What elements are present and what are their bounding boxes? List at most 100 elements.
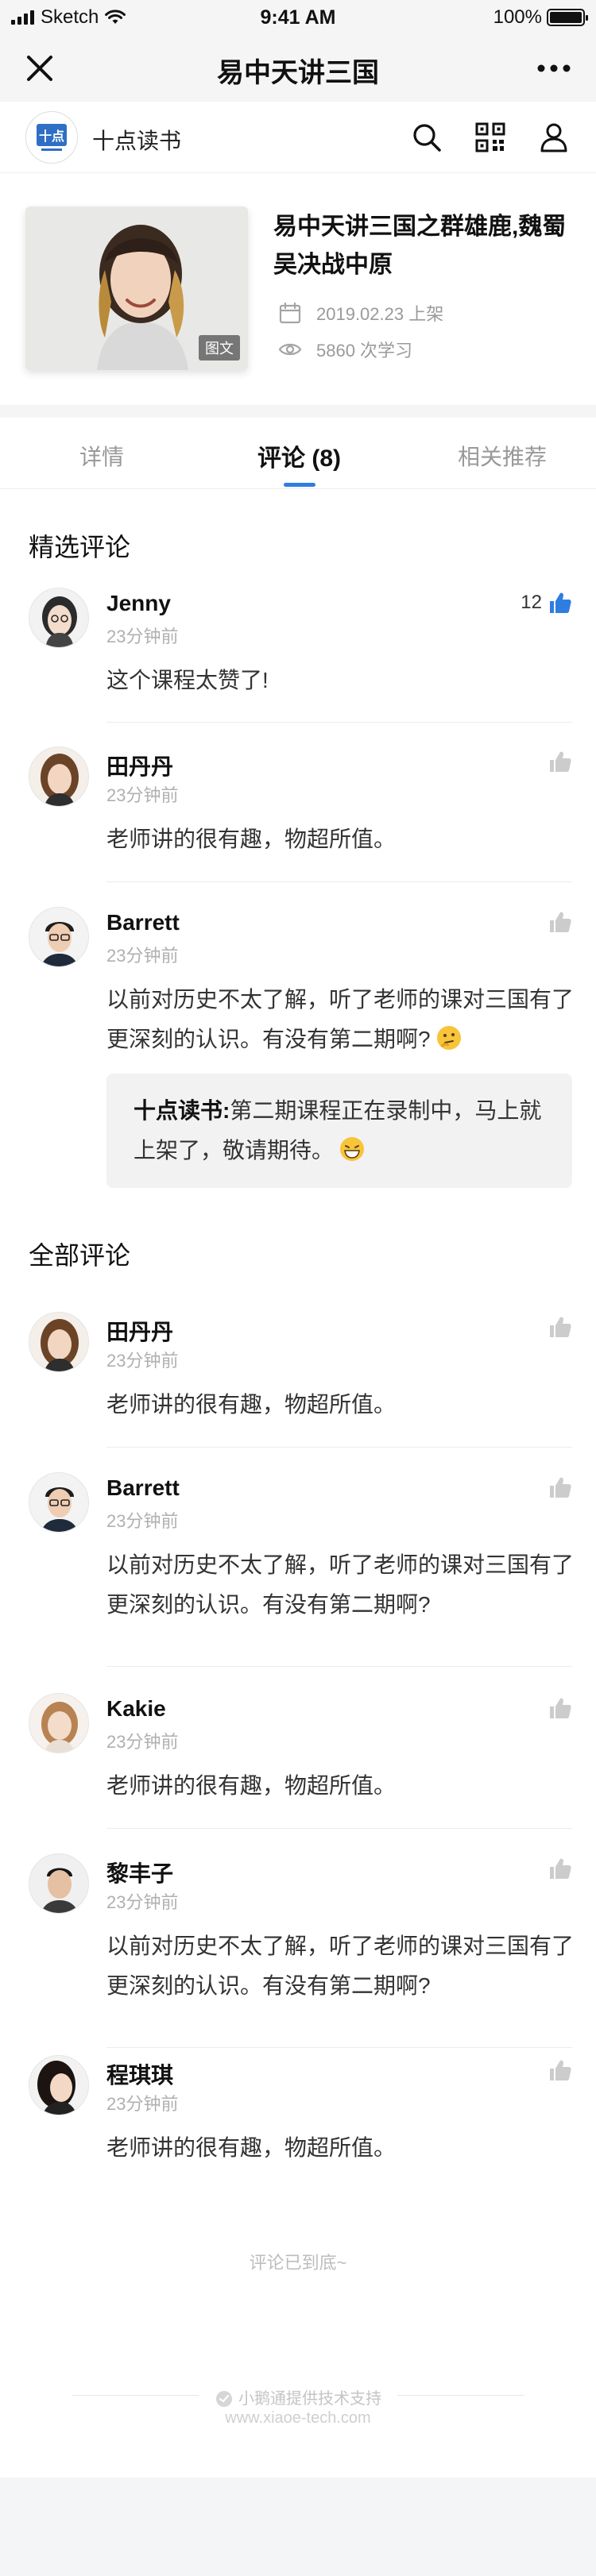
- like-button[interactable]: [548, 1475, 572, 1499]
- like-button[interactable]: 12: [521, 591, 572, 615]
- comment-time: 23分钟前: [106, 1892, 179, 1912]
- comment-time: 23分钟前: [106, 1511, 179, 1531]
- user-icon: [540, 123, 567, 152]
- like-button[interactable]: [548, 2058, 572, 2082]
- footer-provider-text: 小鹅通提供技术支持: [238, 2390, 381, 2408]
- page: Sketch 9:41 AM 100% 易中天讲三国 十点 十点读书 图文 易中…: [0, 0, 596, 2478]
- thumbs-up-icon: [550, 1477, 571, 1498]
- avatar[interactable]: [29, 1853, 89, 1914]
- like-count: 12: [521, 592, 542, 613]
- qrcode-button[interactable]: [470, 118, 510, 157]
- reply-author: 十点读书:: [134, 1098, 230, 1123]
- tab-comments[interactable]: 评论 (8): [257, 438, 341, 473]
- search-button[interactable]: [407, 118, 447, 157]
- comment-text-content: 以前对历史不太了解，听了老师的课对三国有了更深刻的认识。有没有第二期啊?: [106, 987, 575, 1051]
- comment-time: 23分钟前: [106, 2094, 179, 2114]
- course-date: 2019.02.23 上架: [278, 300, 443, 326]
- qrcode-icon: [475, 122, 505, 152]
- thumbs-up-icon: [550, 592, 571, 613]
- avatar-image: [29, 908, 88, 966]
- comment-text: 以前对历史不太了解，听了老师的课对三国有了更深刻的认识。有没有第二期啊?: [106, 980, 575, 1059]
- comment-text: 老师讲的很有趣，物超所值。: [106, 1773, 397, 1798]
- comment-item: Barrett 23分钟前 以前对历史不太了解，听了老师的课对三国有了更深刻的认…: [29, 1472, 575, 1674]
- shop-logo-text: 十点: [39, 129, 64, 144]
- divider: [106, 1666, 572, 1667]
- comment-item: 程琪琪 23分钟前 老师讲的很有趣，物超所值。: [29, 2055, 572, 2166]
- comment-text: 这个课程太赞了!: [106, 668, 269, 692]
- active-tab-indicator: [284, 483, 315, 487]
- grinning-emoji-icon: [340, 1137, 365, 1161]
- comment-item: Barrett 23分钟前 以前对历史不太了解，听了老师的课对三国有了更深刻的认…: [29, 907, 575, 1193]
- tab-recommendations[interactable]: 相关推荐: [458, 440, 547, 472]
- comment-item: 黎丰子 23分钟前 以前对历史不太了解，听了老师的课对三国有了更深刻的认识。有没…: [29, 1853, 575, 2055]
- shop-name[interactable]: 十点读书: [92, 124, 181, 156]
- comment-time: 23分钟前: [106, 785, 179, 805]
- page-title: 易中天讲三国: [217, 58, 379, 88]
- thinking-emoji-icon: [436, 1026, 461, 1050]
- all-comments-title: 全部评论: [29, 1241, 131, 1270]
- like-button[interactable]: [548, 1315, 572, 1339]
- avatar[interactable]: [29, 1312, 89, 1372]
- avatar-image: [29, 2056, 88, 2115]
- comment-author: Barrett: [106, 1475, 180, 1500]
- comment-text: 以前对历史不太了解，听了老师的课对三国有了更深刻的认识。有没有第二期啊?: [106, 1934, 575, 1998]
- thumbs-up-icon: [550, 1858, 571, 1879]
- like-button[interactable]: [548, 1696, 572, 1720]
- like-button[interactable]: [548, 1857, 572, 1880]
- tab-details[interactable]: 详情: [79, 440, 124, 472]
- comment-time: 23分钟前: [106, 627, 179, 646]
- status-bar: Sketch 9:41 AM 100%: [0, 0, 596, 35]
- like-button[interactable]: [548, 750, 572, 773]
- thumbs-up-icon: [550, 1317, 571, 1337]
- divider: [106, 1447, 572, 1448]
- divider: [106, 2047, 572, 2048]
- avatar-image: [29, 747, 88, 806]
- footer-provider: 小鹅通提供技术支持: [0, 2385, 596, 2408]
- comment-author: Jenny: [106, 591, 171, 615]
- avatar[interactable]: [29, 1472, 89, 1533]
- comment-item: 田丹丹 23分钟前 老师讲的很有趣，物超所值。: [29, 746, 572, 882]
- like-button[interactable]: [548, 910, 572, 934]
- shop-actions: [407, 118, 574, 157]
- battery-percent: 100%: [493, 6, 542, 28]
- comment-author: Kakie: [106, 1696, 166, 1721]
- comment-author: 田丹丹: [106, 1320, 174, 1344]
- comment-time: 23分钟前: [106, 1732, 179, 1752]
- comment-author: 程琪琪: [106, 2063, 174, 2088]
- navigation-bar: 易中天讲三国: [0, 35, 596, 102]
- avatar[interactable]: [29, 1693, 89, 1753]
- avatar[interactable]: [29, 907, 89, 967]
- course-card: 图文 易中天讲三国之群雄鹿,魏蜀吴决战中原 2019.02.23 上架 5860…: [0, 173, 596, 405]
- calendar-icon: [279, 302, 301, 324]
- profile-button[interactable]: [534, 118, 574, 157]
- divider: [106, 722, 572, 723]
- thumbs-up-icon: [550, 2060, 571, 2080]
- avatar[interactable]: [29, 588, 89, 648]
- xiaoe-logo-icon: [216, 2391, 232, 2407]
- divider: [106, 1828, 572, 1829]
- shop-logo-mark: 十点: [37, 124, 67, 151]
- course-date-text: 2019.02.23 上架: [316, 304, 444, 324]
- avatar-image: [29, 588, 88, 647]
- comment-author: Barrett: [106, 910, 180, 935]
- avatar-image: [29, 1854, 88, 1913]
- featured-comments-title: 精选评论: [29, 533, 131, 561]
- comment-time: 23分钟前: [106, 1351, 179, 1371]
- comment-text: 老师讲的很有趣，物超所值。: [106, 1392, 397, 1417]
- shop-reply: 十点读书:第二期课程正在录制中，马上就上架了，敬请期待。: [106, 1074, 572, 1188]
- comment-item: Kakie 23分钟前 老师讲的很有趣，物超所值。: [29, 1693, 572, 1829]
- comment-text: 老师讲的很有趣，物超所值。: [106, 827, 397, 851]
- avatar[interactable]: [29, 2055, 89, 2115]
- more-icon[interactable]: [534, 52, 574, 84]
- comment-item: 田丹丹 23分钟前 老师讲的很有趣，物超所值。: [29, 1312, 572, 1448]
- divider: [106, 881, 572, 882]
- shop-logo[interactable]: 十点: [25, 111, 78, 164]
- avatar-image: [29, 1473, 88, 1532]
- comment-time: 23分钟前: [106, 946, 179, 966]
- footer-url[interactable]: www.xiaoe-tech.com: [0, 2409, 596, 2428]
- comment-text: 以前对历史不太了解，听了老师的课对三国有了更深刻的认识。有没有第二期啊?: [106, 1552, 575, 1617]
- course-cover[interactable]: 图文: [25, 206, 248, 370]
- course-views-text: 5860 次学习: [316, 341, 413, 361]
- thumbs-up-icon: [550, 751, 571, 772]
- avatar[interactable]: [29, 746, 89, 807]
